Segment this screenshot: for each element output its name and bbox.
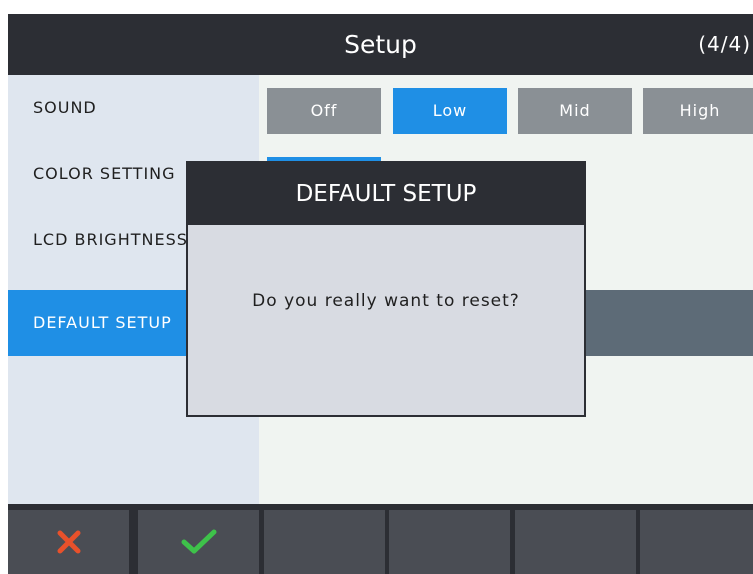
sound-option-off[interactable]: Off <box>267 88 381 134</box>
sound-option-mid[interactable]: Mid <box>518 88 632 134</box>
dialog-message: Do you really want to reset? <box>252 291 520 311</box>
sidebar-item-sound[interactable]: SOUND <box>8 75 259 141</box>
bottom-toolbar <box>8 504 753 574</box>
dialog-title: DEFAULT SETUP <box>188 163 584 225</box>
sound-option-low[interactable]: Low <box>393 88 507 134</box>
toolbar-button-4[interactable] <box>389 510 510 574</box>
confirm-check-icon <box>181 529 216 554</box>
confirm-button[interactable] <box>138 510 259 574</box>
default-setup-dialog: DEFAULT SETUP Do you really want to rese… <box>186 161 586 417</box>
toolbar-button-5[interactable] <box>515 510 636 574</box>
page-title: Setup <box>344 30 417 59</box>
sound-option-high[interactable]: High <box>643 88 753 134</box>
cancel-button[interactable] <box>8 510 129 574</box>
toolbar-button-6[interactable] <box>640 510 753 574</box>
page-indicator: (4/4) <box>698 32 751 56</box>
title-bar: Setup (4/4) <box>8 14 753 75</box>
setup-screen: Setup (4/4) SOUND COLOR SETTING LCD BRIG… <box>8 14 753 574</box>
toolbar-button-3[interactable] <box>264 510 385 574</box>
cancel-x-icon <box>57 530 80 554</box>
